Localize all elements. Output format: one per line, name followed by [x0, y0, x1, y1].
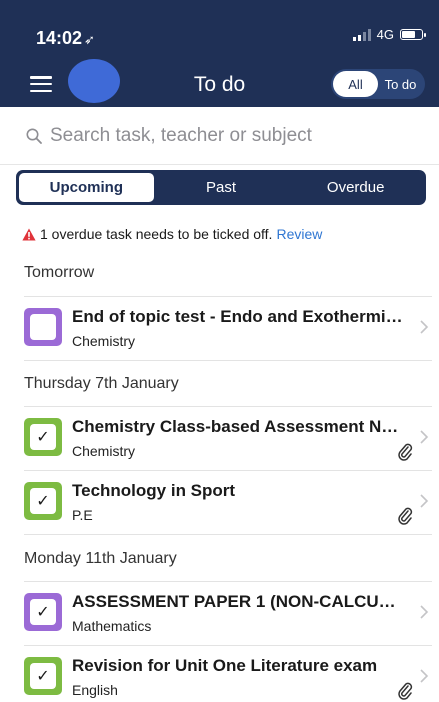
toggle-all[interactable]: All — [333, 71, 378, 97]
task-row[interactable]: ✓ ASSESSMENT PAPER 1 (NON-CALCULA… Mathe… — [0, 582, 439, 646]
location-arrow-icon: ➶ — [84, 32, 95, 47]
task-checkbox[interactable] — [24, 308, 62, 346]
chevron-right-icon — [420, 669, 429, 683]
battery-icon — [400, 29, 426, 40]
task-subject: Chemistry — [72, 333, 136, 349]
review-link[interactable]: Review — [276, 226, 322, 242]
chevron-right-icon — [420, 430, 429, 444]
task-subject: Chemistry — [72, 443, 136, 459]
toggle-todo[interactable]: To do — [378, 71, 423, 97]
overdue-alert: 1 overdue task needs to be ticked off. R… — [22, 226, 322, 242]
chevron-right-icon — [420, 605, 429, 619]
chevron-right-icon — [420, 494, 429, 508]
status-time: 14:02 ➶ — [36, 28, 95, 49]
task-row[interactable]: ✓ Chemistry Class-based Assessment Ne… C… — [0, 407, 439, 471]
task-title: Chemistry Class-based Assessment Ne… — [72, 417, 404, 436]
tab-upcoming[interactable]: Upcoming — [19, 173, 154, 202]
filter-toggle[interactable]: All To do — [331, 69, 425, 99]
attachment-icon — [398, 443, 413, 461]
checkmark-icon: ✓ — [30, 424, 56, 450]
status-time-text: 14:02 — [36, 28, 83, 48]
alert-text: 1 overdue task needs to be ticked off. — [40, 226, 273, 242]
task-title: Revision for Unit One Literature exam — [72, 656, 378, 675]
section-header-thursday: Thursday 7th January — [24, 375, 179, 392]
search-input[interactable]: Search task, teacher or subject — [50, 125, 312, 147]
task-title: Technology in Sport — [72, 481, 236, 500]
divider — [24, 360, 432, 361]
section-header-monday: Monday 11th January — [24, 550, 177, 567]
tab-past[interactable]: Past — [154, 173, 289, 202]
status-indicators: 4G — [352, 27, 426, 42]
attachment-icon — [398, 507, 413, 525]
task-checkbox[interactable]: ✓ — [24, 482, 62, 520]
search-icon — [26, 128, 42, 144]
search-bar[interactable]: Search task, teacher or subject — [0, 107, 439, 165]
signal-icon — [352, 28, 371, 41]
chevron-right-icon — [420, 320, 429, 334]
tab-overdue[interactable]: Overdue — [288, 173, 423, 202]
task-row[interactable]: ✓ Revision for Unit One Literature exam … — [0, 646, 439, 702]
section-header-tomorrow: Tomorrow — [24, 264, 95, 281]
task-checkbox[interactable]: ✓ — [24, 593, 62, 631]
attachment-icon — [398, 682, 413, 700]
task-row[interactable]: End of topic test - Endo and Exothermic…… — [0, 297, 439, 361]
task-subject: English — [72, 682, 118, 698]
checkmark-icon: ✓ — [30, 663, 56, 689]
segmented-tabs: Upcoming Past Overdue — [16, 170, 426, 205]
task-subject: P.E — [72, 507, 93, 523]
app-header: 14:02 ➶ 4G To do All To do — [0, 0, 439, 107]
task-title: End of topic test - Endo and Exothermic… — [72, 307, 404, 326]
task-checkbox[interactable]: ✓ — [24, 418, 62, 456]
checkmark-icon: ✓ — [30, 488, 56, 514]
task-checkbox[interactable]: ✓ — [24, 657, 62, 695]
network-type: 4G — [376, 27, 394, 42]
warning-icon — [22, 228, 36, 240]
task-title: ASSESSMENT PAPER 1 (NON-CALCULA… — [72, 592, 404, 611]
divider — [24, 534, 432, 535]
task-subject: Mathematics — [72, 618, 152, 634]
task-row[interactable]: ✓ Technology in Sport P.E — [0, 471, 439, 535]
checkmark-icon: ✓ — [30, 599, 56, 625]
